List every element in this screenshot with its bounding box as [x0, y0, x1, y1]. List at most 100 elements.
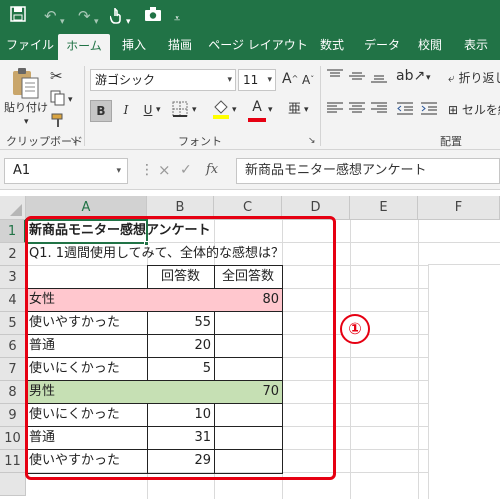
formula-input[interactable]: 新商品モニター感想アンケート — [236, 158, 500, 184]
phonetic-dropdown-icon[interactable]: ▾ — [304, 100, 309, 122]
gridline — [350, 220, 351, 499]
shrink-font-label: A — [302, 73, 311, 87]
tab-home[interactable]: ホーム — [58, 34, 110, 60]
customize-icon[interactable]: ⩡ — [174, 9, 180, 29]
font-size-value: 11 — [243, 73, 259, 87]
column-header-e[interactable]: E — [350, 196, 418, 220]
wrap-text-label: 折り返し — [458, 71, 500, 85]
font-launcher-icon[interactable]: ↘ — [308, 136, 316, 146]
row-header-6[interactable]: 6 — [0, 335, 26, 358]
select-all-corner[interactable] — [0, 196, 26, 220]
merge-center-button[interactable]: ⊞ セルを結 — [448, 100, 500, 122]
italic-button[interactable]: I — [116, 100, 136, 122]
ribbon-separator — [320, 66, 321, 146]
clipboard-launcher-icon[interactable]: ↘ — [70, 136, 78, 146]
fill-color-icon[interactable] — [212, 99, 230, 121]
font-size-select[interactable]: 11 ▾ — [238, 69, 276, 91]
row-header-1[interactable]: 1 — [0, 220, 26, 243]
cut-icon[interactable]: ✂ — [50, 66, 63, 88]
align-top-icon[interactable] — [326, 68, 344, 90]
font-color-dropdown-icon[interactable]: ▾ — [268, 100, 273, 122]
ribbon: 貼り付け ▾ ✂ ▾ クリップボード ↘ 游ゴシック ▾ 11 ▾ A^ Aˇ … — [0, 60, 500, 150]
touch-mode-icon[interactable] — [109, 6, 124, 29]
tab-page-layout[interactable]: ページ レイアウト — [206, 32, 310, 60]
row-header-12[interactable] — [0, 473, 26, 496]
row-header-10[interactable]: 10 — [0, 427, 26, 450]
row-header-2[interactable]: 2 — [0, 243, 26, 266]
orientation-icon[interactable]: ab↗ — [396, 66, 425, 88]
row-header-7[interactable]: 7 — [0, 358, 26, 381]
ribbon-separator — [84, 66, 85, 146]
increase-indent-icon[interactable] — [420, 100, 438, 122]
align-center-icon[interactable] — [348, 100, 366, 122]
chevron-down-icon: ▾ — [116, 166, 121, 176]
tab-review[interactable]: 校閲 — [410, 32, 450, 60]
paste-dropdown-icon[interactable]: ▾ — [24, 112, 29, 134]
borders-dropdown-icon[interactable]: ▾ — [192, 100, 197, 122]
row-header-3[interactable]: 3 — [0, 266, 26, 289]
floating-panel — [428, 264, 500, 499]
align-right-icon[interactable] — [370, 100, 388, 122]
font-name-value: 游ゴシック — [95, 73, 156, 87]
camera-icon[interactable] — [144, 6, 162, 27]
row-header-9[interactable]: 9 — [0, 404, 26, 427]
caret-down-icon: ˇ — [310, 75, 315, 84]
tab-insert[interactable]: 挿入 — [114, 32, 154, 60]
ribbon-tabs: ファイル ホーム 挿入 描画 ページ レイアウト 数式 データ 校閲 表示 — [0, 32, 500, 60]
tab-view[interactable]: 表示 — [456, 32, 496, 60]
chevron-down-icon: ▾ — [267, 75, 272, 85]
font-color-button[interactable]: A — [248, 98, 266, 122]
caret-up-icon: ^ — [291, 74, 299, 83]
tab-formulas[interactable]: 数式 — [312, 32, 352, 60]
underline-button[interactable]: U — [138, 100, 158, 122]
row-header-4[interactable]: 4 — [0, 289, 26, 312]
borders-icon[interactable] — [172, 101, 188, 123]
redo-icon[interactable]: ↷ — [78, 6, 91, 26]
merge-icon: ⊞ — [448, 103, 462, 117]
undo-icon[interactable]: ↶ — [44, 6, 57, 26]
row-header-11[interactable]: 11 — [0, 450, 26, 473]
worksheet-grid[interactable]: A B C D E F 1 2 3 4 5 6 7 8 9 10 11 新商品モ… — [0, 196, 500, 499]
merge-label: セルを結 — [461, 103, 500, 117]
cancel-icon[interactable]: × — [158, 158, 171, 182]
wrap-text-button[interactable]: ⤶ 折り返し — [448, 68, 500, 90]
insert-function-icon[interactable]: fx — [206, 158, 218, 182]
excel-window: ↶ ▾ ↷ ▾ ▾ ⩡ ファイル ホーム 挿入 描画 ページ レイアウト 数式 … — [0, 0, 500, 499]
phonetic-button[interactable]: 亜 — [288, 100, 301, 122]
grow-font-label: A — [282, 71, 292, 87]
touch-dropdown-icon[interactable]: ▾ — [126, 12, 131, 32]
fill-color-dropdown-icon[interactable]: ▾ — [232, 100, 237, 122]
orientation-dropdown-icon[interactable]: ▾ — [426, 68, 431, 90]
gridline — [418, 220, 419, 499]
row-header-8[interactable]: 8 — [0, 381, 26, 404]
chevron-down-icon: ▾ — [227, 75, 232, 85]
redo-dropdown-icon[interactable]: ▾ — [94, 12, 99, 32]
save-icon[interactable] — [10, 6, 26, 27]
font-name-select[interactable]: 游ゴシック ▾ — [90, 69, 236, 91]
tab-file[interactable]: ファイル — [4, 32, 56, 60]
alignment-group-label: 配置 — [440, 135, 462, 148]
decrease-indent-icon[interactable] — [396, 100, 414, 122]
align-left-icon[interactable] — [326, 100, 344, 122]
tab-data[interactable]: データ — [358, 32, 406, 60]
align-bottom-icon[interactable] — [370, 68, 388, 90]
font-group-label: フォント — [178, 135, 222, 148]
underline-dropdown-icon[interactable]: ▾ — [156, 100, 161, 122]
enter-icon[interactable]: ✓ — [180, 158, 192, 182]
shrink-font-button[interactable]: Aˇ — [302, 70, 314, 92]
copy-icon[interactable] — [50, 90, 66, 112]
name-box-value: A1 — [13, 163, 31, 178]
tab-draw[interactable]: 描画 — [158, 32, 202, 60]
wrap-text-icon: ⤶ — [448, 71, 459, 85]
column-header-f[interactable]: F — [418, 196, 500, 220]
name-box[interactable]: A1 ▾ — [4, 158, 128, 184]
format-painter-icon[interactable] — [50, 112, 66, 134]
row-header-5[interactable]: 5 — [0, 312, 26, 335]
align-middle-icon[interactable] — [348, 68, 366, 90]
undo-dropdown-icon[interactable]: ▾ — [60, 12, 65, 32]
grow-font-button[interactable]: A^ — [282, 69, 298, 91]
copy-dropdown-icon[interactable]: ▾ — [68, 90, 73, 112]
bold-button[interactable]: B — [90, 100, 112, 122]
drag-handle-icon[interactable]: ⋮ — [140, 158, 154, 182]
highlight-frame — [25, 216, 336, 480]
